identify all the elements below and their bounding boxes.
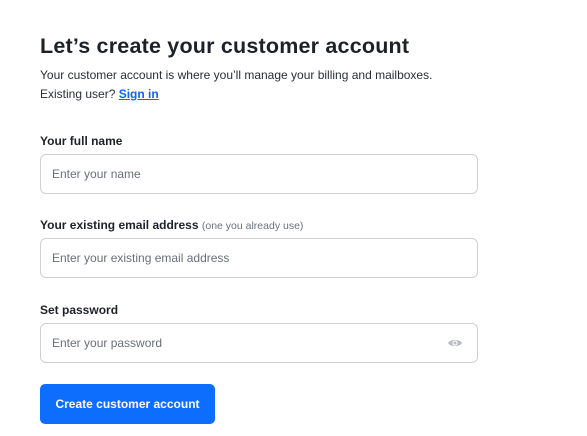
signin-link[interactable]: Sign in <box>119 87 159 101</box>
full-name-field-wrapper <box>40 154 478 194</box>
email-input[interactable] <box>41 239 477 277</box>
page-subtitle: Your customer account is where you’ll ma… <box>40 66 478 104</box>
page-title: Let’s create your customer account <box>40 34 410 58</box>
email-label-hint: (one you already use) <box>201 220 304 232</box>
existing-user-line: Existing user? Sign in <box>40 85 478 104</box>
eye-icon[interactable] <box>447 336 463 350</box>
signup-page: Let’s create your customer account Your … <box>0 0 587 436</box>
email-field-wrapper <box>40 238 478 278</box>
signup-form: Let’s create your customer account Your … <box>40 33 478 424</box>
full-name-input[interactable] <box>41 155 477 193</box>
email-label-text: Your existing email address <box>40 218 199 232</box>
eye-icon-graphic <box>448 340 462 346</box>
existing-user-text: Existing user? <box>40 87 116 101</box>
password-input[interactable] <box>41 324 477 362</box>
password-field-wrapper <box>40 323 478 363</box>
subtitle-description: Your customer account is where you’ll ma… <box>40 68 433 82</box>
full-name-label: Your full name <box>40 134 123 148</box>
create-account-button[interactable]: Create customer account <box>40 384 215 424</box>
email-label: Your existing email address (one you alr… <box>40 217 303 234</box>
password-label: Set password <box>40 303 119 317</box>
